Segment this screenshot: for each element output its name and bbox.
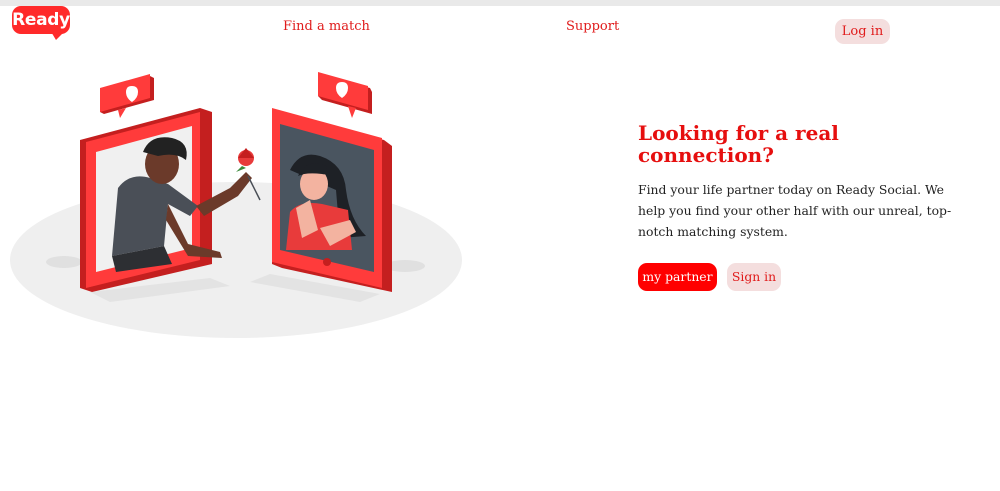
right-phone — [272, 108, 392, 292]
login-button[interactable]: Log in — [835, 19, 890, 44]
brand-logo[interactable]: Ready — [12, 6, 74, 42]
sign-in-button[interactable]: Sign in — [727, 263, 781, 291]
hero-section: Looking for a real connection? Find your… — [638, 121, 978, 291]
hero-title: Looking for a real connection? — [638, 121, 839, 167]
nav-find-a-match[interactable]: Find a match — [283, 19, 370, 34]
find-partner-button[interactable]: my partner — [638, 263, 717, 291]
heart-icon — [100, 74, 154, 118]
hero-description: Find your life partner today on Ready So… — [638, 182, 952, 239]
couple-on-phones-illustration — [10, 72, 462, 338]
top-bar — [0, 0, 1000, 6]
heart-icon — [318, 72, 372, 118]
logo-speech-tail — [50, 30, 66, 40]
nav-support[interactable]: Support — [566, 19, 619, 34]
